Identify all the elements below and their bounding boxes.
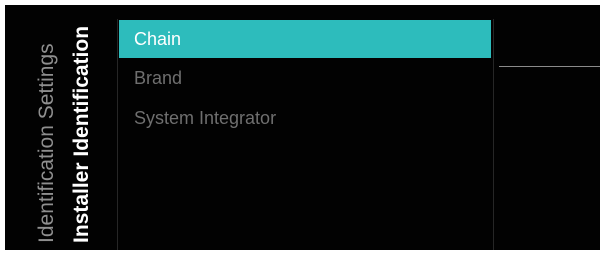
menu-item-chain[interactable]: Chain (119, 20, 491, 58)
settings-menu: Chain Brand System Integrator (119, 20, 491, 138)
menu-item-label: System Integrator (134, 108, 277, 128)
menu-item-label: Chain (134, 29, 182, 49)
left-divider (117, 19, 118, 250)
tv-settings-screen: Identification Settings Installer Identi… (5, 5, 600, 250)
menu-item-brand[interactable]: Brand (119, 58, 491, 98)
breadcrumb-parent[interactable]: Identification Settings (35, 43, 59, 243)
value-field-underline (499, 66, 600, 67)
breadcrumb: Identification Settings Installer Identi… (5, 5, 117, 250)
menu-item-label: Brand (134, 68, 183, 88)
breadcrumb-current: Installer Identification (70, 25, 93, 243)
menu-item-system-integrator[interactable]: System Integrator (119, 98, 491, 138)
right-divider (493, 19, 494, 250)
